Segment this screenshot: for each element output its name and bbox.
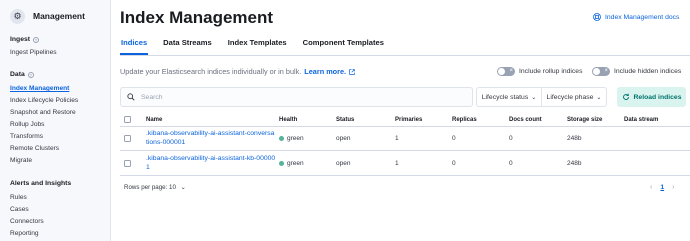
sidebar-section-ingest: Ingest ? xyxy=(10,36,40,43)
sidebar-item-connectors[interactable]: Connectors xyxy=(10,218,44,225)
primaries-cell: 1 xyxy=(395,135,399,142)
page-title: Index Management xyxy=(120,8,274,27)
column-header-health[interactable]: Health xyxy=(279,117,297,123)
column-header-status[interactable]: Status xyxy=(336,117,354,123)
search-icon xyxy=(127,93,135,101)
row-checkbox[interactable] xyxy=(124,160,131,167)
sidebar-section-label: Ingest xyxy=(10,36,31,43)
column-header-primaries[interactable]: Primaries xyxy=(395,117,422,123)
sidebar-section-label: Alerts and Insights xyxy=(10,180,72,187)
refresh-icon xyxy=(622,93,629,100)
gear-icon: ⚙ xyxy=(10,8,25,24)
tabs-divider xyxy=(120,55,690,56)
rows-per-page-selector[interactable]: Rows per page: 10 ⌄ xyxy=(124,184,186,191)
rollup-toggle-label: Include rollup indices xyxy=(519,68,583,75)
previous-page-icon[interactable]: ‹ xyxy=(650,184,652,191)
storage-size-cell: 248b xyxy=(567,160,582,167)
include-hidden-toggle[interactable]: × Include hidden indices xyxy=(592,67,681,76)
tab-data-streams[interactable]: Data Streams xyxy=(162,38,213,55)
sidebar-item-rules[interactable]: Rules xyxy=(10,194,27,201)
reload-indices-button[interactable]: Reload indices xyxy=(617,87,686,107)
health-cell: green xyxy=(279,160,304,167)
docs-count-cell: 0 xyxy=(509,135,513,142)
tab-indices[interactable]: Indices xyxy=(120,38,149,55)
next-page-icon[interactable]: › xyxy=(672,184,674,191)
sidebar-item-reporting[interactable]: Reporting xyxy=(10,230,39,237)
table-row: .kibana-observability-ai-assistant-kb-00… xyxy=(120,151,690,176)
column-header-data-stream[interactable]: Data stream xyxy=(624,117,658,123)
docs-link[interactable]: Index Management docs xyxy=(593,13,679,21)
sidebar-header: ⚙ Management xyxy=(0,0,110,32)
filter-group: Lifecycle status ⌄ Lifecycle phase ⌄ xyxy=(476,87,607,107)
sidebar-item-ingest-pipelines[interactable]: Ingest Pipelines xyxy=(10,49,57,56)
sidebar-section-data: Data ? xyxy=(10,71,34,78)
docs-help-icon xyxy=(593,13,601,21)
main-content: Index Management Index Management docs I… xyxy=(111,0,690,241)
health-value: green xyxy=(287,135,304,142)
lifecycle-status-filter[interactable]: Lifecycle status ⌄ xyxy=(477,88,541,106)
column-header-replicas[interactable]: Replicas xyxy=(452,117,477,123)
sidebar-item-migrate[interactable]: Migrate xyxy=(10,157,32,164)
sidebar-item-snapshot-and-restore[interactable]: Snapshot and Restore xyxy=(10,109,76,116)
docs-count-cell: 0 xyxy=(509,160,513,167)
sidebar-section-label: Data xyxy=(10,71,25,78)
sidebar-item-remote-clusters[interactable]: Remote Clusters xyxy=(10,145,59,152)
column-header-name[interactable]: Name xyxy=(146,117,162,123)
tab-bar: Indices Data Streams Index Templates Com… xyxy=(120,38,399,55)
include-rollup-toggle[interactable]: × Include rollup indices xyxy=(497,67,582,76)
sidebar-item-rollup-jobs[interactable]: Rollup Jobs xyxy=(10,121,44,128)
rollup-switch[interactable]: × xyxy=(497,67,515,76)
sidebar-item-index-lifecycle-policies[interactable]: Index Lifecycle Policies xyxy=(10,97,78,104)
storage-size-cell: 248b xyxy=(567,135,582,142)
rows-per-page-label: Rows per page: 10 xyxy=(124,184,176,191)
checkbox[interactable] xyxy=(124,116,131,123)
search-input[interactable] xyxy=(141,93,461,101)
table-row: .kibana-observability-ai-assistant-conve… xyxy=(120,126,690,151)
sidebar-title: Management xyxy=(33,11,85,21)
hidden-toggle-label: Include hidden indices xyxy=(614,68,682,75)
page-description: Update your Elasticsearch indices indivi… xyxy=(120,67,355,76)
reload-label: Reload indices xyxy=(633,93,682,101)
health-value: green xyxy=(287,160,304,167)
hidden-switch[interactable]: × xyxy=(592,67,610,76)
health-status-dot xyxy=(279,135,284,141)
chevron-down-icon: ⌄ xyxy=(531,94,537,101)
tab-index-templates[interactable]: Index Templates xyxy=(227,38,288,55)
sidebar-section-alerts-and-insights: Alerts and Insights xyxy=(10,180,71,187)
index-name-link[interactable]: .kibana-observability-ai-assistant-kb-00… xyxy=(146,155,276,172)
docs-link-label: Index Management docs xyxy=(605,13,680,21)
column-header-storage-size[interactable]: Storage size xyxy=(567,117,602,123)
sidebar-item-transforms[interactable]: Transforms xyxy=(10,133,43,140)
lifecycle-phase-label: Lifecycle phase xyxy=(546,93,594,101)
status-cell: open xyxy=(336,160,351,167)
primaries-cell: 1 xyxy=(395,160,399,167)
row-checkbox[interactable] xyxy=(124,135,131,142)
pagination: ‹ 1 › xyxy=(650,184,674,191)
learn-more-link[interactable]: Learn more. xyxy=(304,67,346,76)
health-cell: green xyxy=(279,135,304,142)
tab-component-templates[interactable]: Component Templates xyxy=(302,38,385,55)
help-icon: ? xyxy=(33,36,40,43)
sidebar-item-index-management[interactable]: Index Management xyxy=(10,85,69,92)
chevron-down-icon: ⌄ xyxy=(596,94,602,101)
health-status-dot xyxy=(279,160,284,166)
management-sidebar: ⚙ Management Ingest ? Ingest Pipelines D… xyxy=(0,0,111,241)
replicas-cell: 0 xyxy=(452,160,456,167)
help-icon: ? xyxy=(27,71,34,78)
page-number[interactable]: 1 xyxy=(660,184,664,191)
lifecycle-status-label: Lifecycle status xyxy=(481,93,529,101)
description-text: Update your Elasticsearch indices indivi… xyxy=(120,67,302,76)
index-name-link[interactable]: .kibana-observability-ai-assistant-conve… xyxy=(146,130,276,147)
lifecycle-phase-filter[interactable]: Lifecycle phase ⌄ xyxy=(541,88,606,106)
replicas-cell: 0 xyxy=(452,135,456,142)
status-cell: open xyxy=(336,135,351,142)
chevron-down-icon: ⌄ xyxy=(180,185,186,191)
search-box xyxy=(120,87,473,107)
column-header-docs-count[interactable]: Docs count xyxy=(509,117,542,123)
external-link-icon xyxy=(349,68,355,75)
sidebar-item-cases[interactable]: Cases xyxy=(10,206,29,213)
